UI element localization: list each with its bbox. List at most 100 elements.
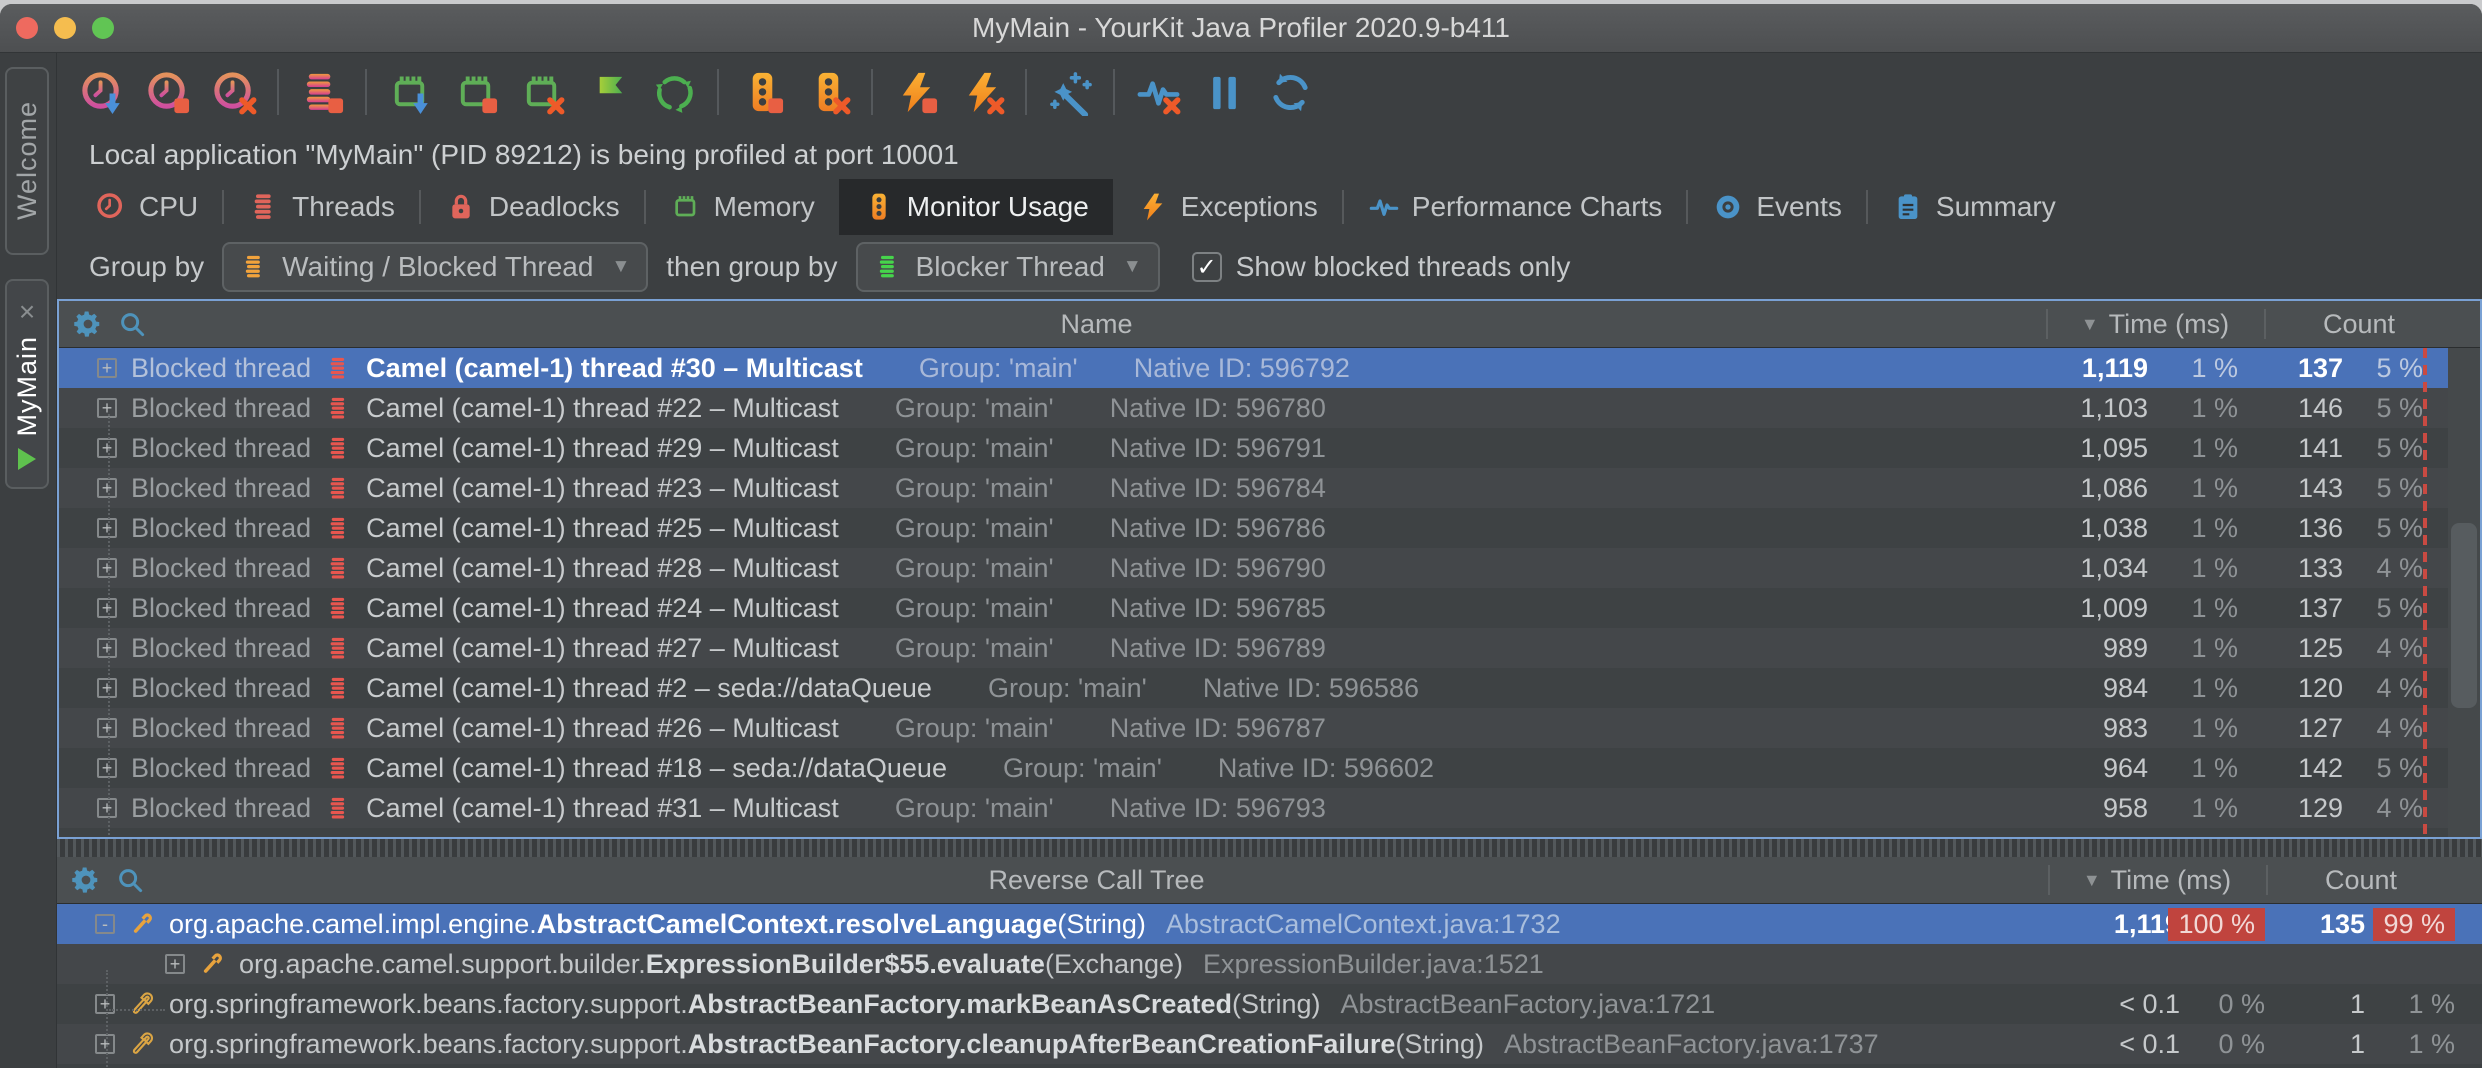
gear-icon[interactable] <box>73 309 103 339</box>
cpu-snapshot-capture-button[interactable] <box>135 59 201 125</box>
expand-plus-icon[interactable]: + <box>97 598 117 618</box>
thread-row[interactable]: +Blocked threadCamel (camel-1) thread #2… <box>59 668 2480 708</box>
thread-row[interactable]: +Blocked threadCamel (camel-1) thread #2… <box>59 468 2480 508</box>
thread-row[interactable]: +Blocked threadCamel (camel-1) thread #2… <box>59 428 2480 468</box>
thread-group: Group: 'main' <box>895 433 1054 464</box>
thread-row[interactable]: +Blocked threadCamel (camel-1) thread #2… <box>59 508 2480 548</box>
telemetry-clear-button[interactable] <box>1125 59 1191 125</box>
inspections-wand-button[interactable] <box>1037 59 1103 125</box>
count-percent: 5 % <box>2343 433 2423 464</box>
exception-profiling-capture-button[interactable] <box>883 59 949 125</box>
sidebar-tab-welcome[interactable]: Welcome <box>5 67 49 255</box>
method-wrench-icon <box>127 909 157 939</box>
memory-snapshot-capture-button[interactable] <box>443 59 509 125</box>
search-icon[interactable] <box>117 309 147 339</box>
cpu-profiling-clear-icon <box>211 69 258 116</box>
search-icon[interactable] <box>115 865 145 895</box>
expand-plus-icon[interactable]: + <box>97 758 117 778</box>
memory-profiling-clear-button[interactable] <box>509 59 575 125</box>
sidebar: Welcome × MyMain <box>0 53 57 1068</box>
call-tree-row[interactable]: +org.springframework.beans.factory.suppo… <box>57 1024 2482 1064</box>
row-kind-label: Blocked thread <box>131 673 311 704</box>
call-tree-row[interactable]: +org.springframework.beans.factory.suppo… <box>57 984 2482 1024</box>
blocker-thread-icon <box>874 253 902 281</box>
expand-plus-icon[interactable]: + <box>97 358 117 378</box>
titlebar[interactable]: MyMain - YourKit Java Profiler 2020.9-b4… <box>0 4 2482 53</box>
call-tree-panel: Reverse Call Tree ▼Time (ms) Count -org.… <box>57 857 2482 1068</box>
column-header-time[interactable]: ▼Time (ms) <box>2046 301 2264 347</box>
thread-native-id: Native ID: 596602 <box>1218 753 1434 784</box>
thread-row[interactable]: +Blocked threadCamel (camel-1) thread #2… <box>59 588 2480 628</box>
expand-plus-icon[interactable]: + <box>97 478 117 498</box>
tab-performance-charts[interactable]: Performance Charts <box>1344 179 1687 235</box>
exception-profiling-capture-icon <box>893 69 940 116</box>
gear-icon[interactable] <box>71 865 101 895</box>
tab-cpu[interactable]: CPU <box>71 179 222 235</box>
window-title: MyMain - YourKit Java Profiler 2020.9-b4… <box>0 12 2482 44</box>
vertical-scrollbar[interactable] <box>2448 348 2480 837</box>
thread-row[interactable]: +Blocked threadCamel (camel-1) thread #2… <box>59 548 2480 588</box>
column-header-count[interactable]: Count <box>2264 301 2480 347</box>
scrollbar-thumb[interactable] <box>2451 523 2477 708</box>
expand-plus-icon[interactable]: + <box>97 798 117 818</box>
tab-monitor-usage[interactable]: Monitor Usage <box>839 179 1113 235</box>
tab-events[interactable]: Events <box>1688 179 1866 235</box>
tab-memory[interactable]: Memory <box>646 179 839 235</box>
thread-row[interactable]: +Blocked threadCamel (camel-1) thread #2… <box>59 708 2480 748</box>
blocked-thread-icon <box>325 795 352 822</box>
time-ms-value: < 0.1 <box>2030 989 2180 1020</box>
expand-plus-icon[interactable]: + <box>97 638 117 658</box>
expand-plus-icon[interactable]: + <box>97 518 117 538</box>
status-text: Local application "MyMain" (PID 89212) i… <box>89 139 959 171</box>
sidebar-tab-mymain[interactable]: × MyMain <box>5 279 49 489</box>
refresh-button[interactable] <box>1257 59 1323 125</box>
tree-guide-line <box>108 414 110 839</box>
call-tree-row[interactable]: -org.apache.camel.impl.engine.AbstractCa… <box>57 904 2482 944</box>
count-percent: 5 % <box>2343 353 2423 384</box>
thread-dump-capture-button[interactable] <box>289 59 355 125</box>
thread-row[interactable]: +Blocked threadCamel (camel-1) thread #3… <box>59 348 2480 388</box>
close-icon[interactable]: × <box>19 298 35 326</box>
thread-row[interactable]: +Blocked threadCamel (camel-1) thread #2… <box>59 628 2480 668</box>
memory-profiling-start-icon <box>387 69 434 116</box>
column-header-name[interactable]: Name <box>147 309 2046 340</box>
expand-plus-icon[interactable]: + <box>97 558 117 578</box>
expand-plus-icon[interactable]: + <box>95 1034 115 1054</box>
thread-group: Group: 'main' <box>895 793 1054 824</box>
tab-summary[interactable]: Summary <box>1868 179 2080 235</box>
panel-splitter[interactable] <box>57 839 2482 857</box>
cpu-profiling-clear-button[interactable] <box>201 59 267 125</box>
tab-exceptions[interactable]: Exceptions <box>1113 179 1342 235</box>
tab-threads[interactable]: Threads <box>224 179 419 235</box>
count-percent: 4 % <box>2343 633 2423 664</box>
column-header-count[interactable]: Count <box>2266 857 2482 903</box>
row-kind-label: Blocked thread <box>131 793 311 824</box>
time-ms-value: 1,095 <box>1998 433 2148 464</box>
expand-minus-icon[interactable]: - <box>95 914 115 934</box>
tab-deadlocks[interactable]: Deadlocks <box>421 179 644 235</box>
group-by-dropdown[interactable]: Waiting / Blocked Thread ▼ <box>222 242 648 292</box>
thread-row[interactable]: +Blocked threadCamel (camel-1) thread #3… <box>59 788 2480 828</box>
force-gc-button[interactable] <box>641 59 707 125</box>
then-group-by-dropdown[interactable]: Blocker Thread ▼ <box>856 242 1160 292</box>
pause-button[interactable] <box>1191 59 1257 125</box>
cpu-profiling-start-button[interactable] <box>69 59 135 125</box>
thread-row[interactable]: +Blocked threadCamel (camel-1) thread #1… <box>59 748 2480 788</box>
monitor-profiling-clear-button[interactable] <box>795 59 861 125</box>
memory-profiling-start-button[interactable] <box>377 59 443 125</box>
exception-profiling-clear-icon <box>959 69 1006 116</box>
annotate-flag-button[interactable] <box>575 59 641 125</box>
expand-plus-icon[interactable]: + <box>97 718 117 738</box>
show-blocked-only-checkbox[interactable]: ✓ Show blocked threads only <box>1192 251 1571 283</box>
expand-plus-icon[interactable]: + <box>165 954 185 974</box>
expand-plus-icon[interactable]: + <box>97 678 117 698</box>
expand-plus-icon[interactable]: + <box>97 398 117 418</box>
column-header-time[interactable]: ▼Time (ms) <box>2048 857 2266 903</box>
call-tree-row[interactable]: +org.apache.camel.support.builder.Expres… <box>57 944 2482 984</box>
thread-row[interactable]: +Blocked threadCamel (camel-1) thread #2… <box>59 388 2480 428</box>
monitor-profiling-capture-button[interactable] <box>729 59 795 125</box>
thread-native-id: Native ID: 596784 <box>1110 473 1326 504</box>
exception-profiling-clear-button[interactable] <box>949 59 1015 125</box>
expand-plus-icon[interactable]: + <box>95 994 115 1014</box>
expand-plus-icon[interactable]: + <box>97 438 117 458</box>
